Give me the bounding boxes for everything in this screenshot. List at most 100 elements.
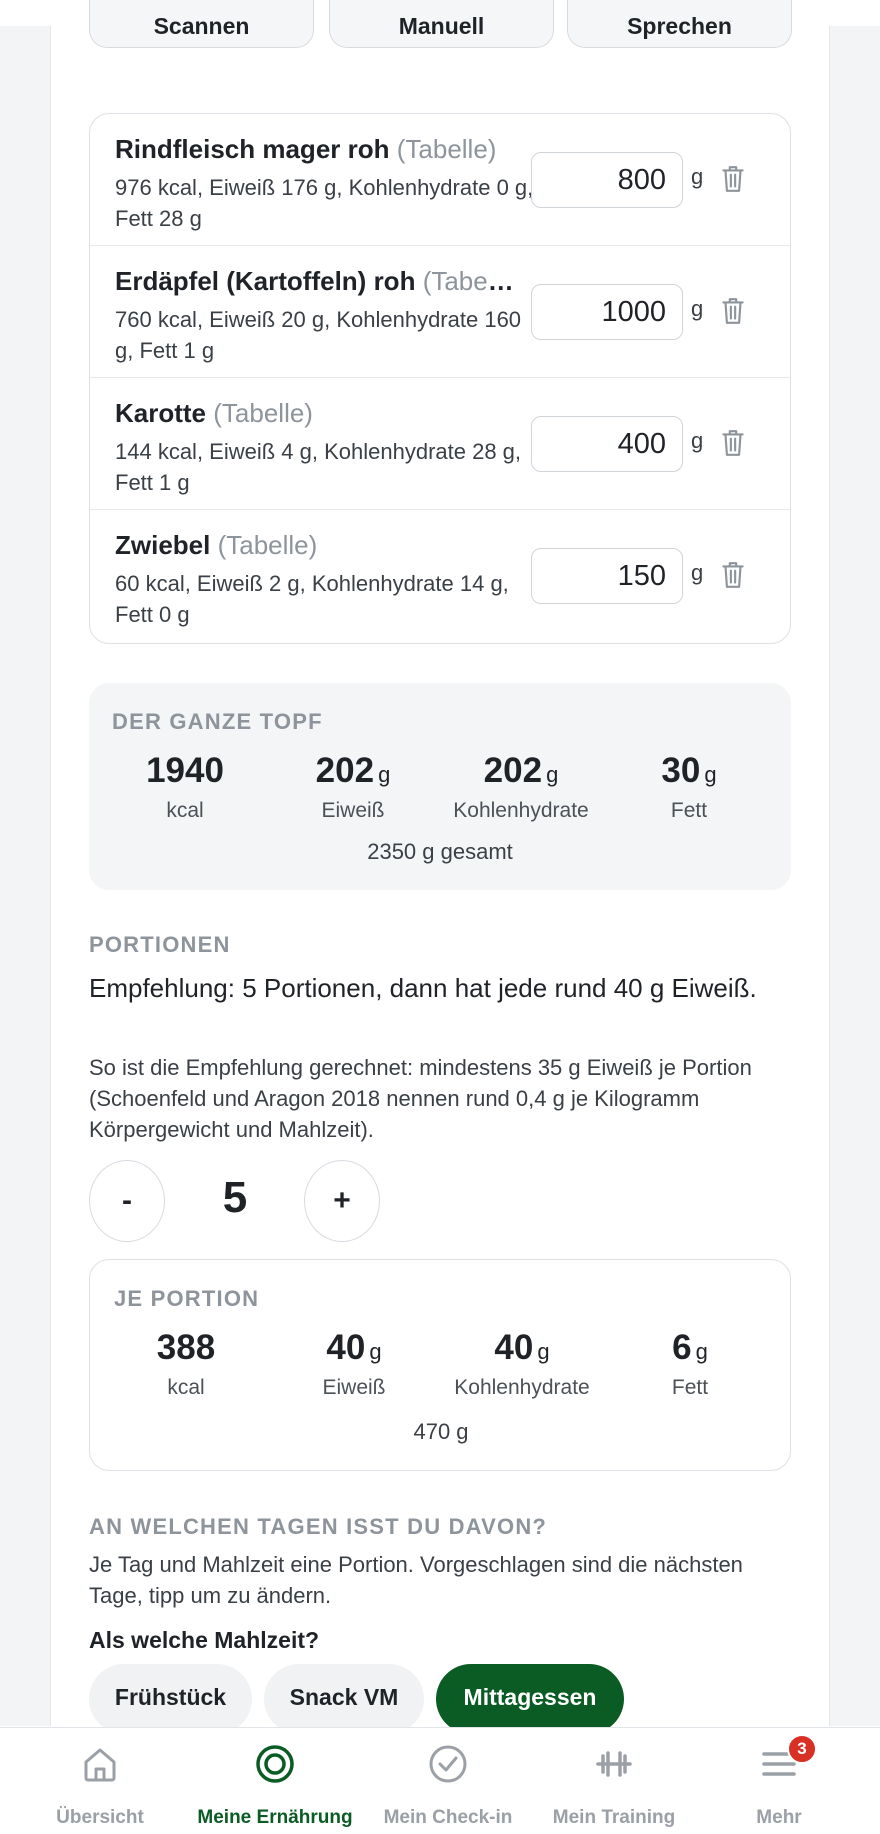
pot-carbs-label: Kohlenhydrate — [453, 799, 589, 822]
nav-training[interactable]: Mein Training — [526, 1728, 702, 1834]
bottom-navigation: Übersicht Meine Ernährung Mein Check-in … — [0, 1727, 880, 1834]
portion-weight: 470 g — [413, 1419, 469, 1444]
check-circle-icon — [429, 1745, 467, 1783]
ingredient-source: (Tabelle) — [396, 134, 497, 164]
pot-fat-label: Fett — [670, 799, 708, 822]
nav-training-label: Mein Training — [552, 1807, 676, 1828]
pot-label: DER GANZE TOPF — [112, 709, 323, 734]
notification-badge: 3 — [787, 1734, 817, 1764]
pot-protein-value: 202 — [315, 751, 375, 790]
target-icon — [256, 1745, 294, 1783]
ingredient-title: Karotte (Tabelle) — [115, 398, 515, 429]
ingredient-nutrition: 976 kcal, Eiweiß 176 g, Kohlenhydrate 0 … — [115, 175, 534, 231]
days-label: AN WELCHEN TAGEN ISST DU DAVON? — [89, 1514, 548, 1539]
scan-button-label: Scannen — [153, 13, 250, 39]
nav-more-label: Mehr — [756, 1807, 802, 1828]
scan-button[interactable]: Scannen — [89, 0, 314, 48]
ingredient-unit: g — [691, 428, 704, 453]
pot-protein: 202 g Eiweiß — [269, 751, 437, 823]
nav-checkin-label: Mein Check-in — [383, 1807, 513, 1828]
portion-fat-value: 6 — [672, 1328, 692, 1367]
pot-carbs-unit: g — [546, 762, 559, 787]
portion-fat-unit: g — [695, 1339, 708, 1364]
pot-carbs: 202 g Kohlenhydrate — [437, 751, 605, 823]
ingredient-amount-input[interactable] — [531, 152, 683, 208]
portion-carbs-value: 40 — [494, 1328, 534, 1367]
portion-carbs-unit: g — [537, 1339, 550, 1364]
ingredient-unit: g — [691, 560, 704, 585]
ingredient-unit: g — [691, 296, 704, 321]
nav-overview[interactable]: Übersicht — [12, 1728, 188, 1834]
per-portion-label: JE PORTION — [114, 1286, 260, 1311]
portion-count: 5 — [222, 1173, 248, 1222]
per-portion-totals: JE PORTION 388 kcal 40 g Eiweiß 40 g Kohle… — [89, 1259, 791, 1471]
ingredient-name: Karotte — [115, 398, 207, 428]
portions-label: PORTIONEN — [89, 932, 231, 957]
portion-protein-label: Eiweiß — [322, 1376, 386, 1399]
ingredient-name: Rindfleisch mager roh — [115, 134, 390, 164]
ingredient-source: (Tabelle) — [217, 530, 318, 560]
ingredient-source: (Tabelle) — [213, 398, 313, 428]
portion-protein-value: 40 — [326, 1328, 366, 1367]
ingredient-amount-input[interactable] — [531, 416, 683, 472]
portion-fat-label: Fett — [671, 1376, 709, 1399]
portion-kcal-label: kcal — [167, 1376, 205, 1399]
ingredient-title: Zwiebel (Tabelle) — [115, 530, 515, 561]
nav-overview-label: Übersicht — [56, 1807, 144, 1828]
ingredient-name: Erdäpfel (Kartoffeln) roh — [115, 266, 416, 296]
ingredient-list: Rindfleisch mager roh (Tabelle) 976 kcal… — [89, 113, 791, 644]
portion-carbs: 40 g Kohlenhydrate — [438, 1328, 606, 1400]
pot-fat-unit: g — [704, 762, 717, 787]
trash-icon[interactable] — [720, 428, 746, 458]
trash-icon[interactable] — [720, 560, 746, 590]
ingredient-title: Erdäpfel (Kartoffeln) roh (Tabelle) — [115, 266, 515, 297]
ingredient-unit: g — [691, 164, 704, 189]
pot-carbs-value: 202 — [483, 751, 543, 790]
dumbbell-icon — [596, 1751, 632, 1777]
portion-increment-button[interactable]: + — [304, 1160, 380, 1242]
speak-button-label: Sprechen — [627, 13, 732, 39]
pot-protein-label: Eiweiß — [321, 799, 385, 822]
portions-explanation: So ist die Empfehlung gerechnet: mindest… — [89, 1055, 752, 1142]
ingredient-row: Erdäpfel (Kartoffeln) roh (Tabelle) 760 … — [90, 246, 790, 378]
pot-kcal-label: kcal — [166, 799, 204, 822]
meal-question: Als welche Mahlzeit? — [89, 1627, 320, 1653]
pot-total-weight: 2350 g gesamt — [367, 839, 513, 864]
nav-more[interactable]: 3 Mehr — [691, 1728, 867, 1834]
ingredient-name: Zwiebel — [115, 530, 211, 560]
portions-recommendation: Empfehlung: 5 Portionen, dann hat jede r… — [89, 973, 757, 1003]
pot-kcal-value: 1940 — [146, 751, 224, 790]
meal-chip-lunch[interactable]: Mittagessen — [436, 1664, 624, 1734]
portion-fat: 6g Fett — [606, 1328, 774, 1400]
ingredient-source: (Tabelle) — [422, 266, 515, 296]
pot-protein-unit: g — [378, 762, 391, 787]
portion-protein: 40 g Eiweiß — [270, 1328, 438, 1400]
nav-nutrition[interactable]: Meine Ernährung — [187, 1728, 363, 1834]
ingredient-nutrition: 60 kcal, Eiweiß 2 g, Kohlenhydrate 14 g,… — [115, 571, 509, 627]
ingredient-row: Karotte (Tabelle) 144 kcal, Eiweiß 4 g, … — [90, 378, 790, 510]
pot-totals: DER GANZE TOPF 1940 kcal 202 g Eiweiß 202… — [89, 683, 791, 890]
ingredient-nutrition: 144 kcal, Eiweiß 4 g, Kohlenhydrate 28 g… — [115, 439, 522, 495]
speak-button[interactable]: Sprechen — [567, 0, 792, 48]
ingredient-amount-input[interactable] — [531, 548, 683, 604]
pot-fat: 30 g Fett — [605, 751, 773, 823]
meal-chip-breakfast[interactable]: Frühstück — [89, 1664, 252, 1734]
ingredient-amount-input[interactable] — [531, 284, 683, 340]
nav-checkin[interactable]: Mein Check-in — [360, 1728, 536, 1834]
pot-fat-value: 30 — [661, 751, 701, 790]
ingredient-row: Rindfleisch mager roh (Tabelle) 976 kcal… — [90, 114, 790, 246]
nav-nutrition-label: Meine Ernährung — [197, 1807, 353, 1828]
portion-decrement-button[interactable]: - — [89, 1160, 165, 1242]
trash-icon[interactable] — [720, 296, 746, 326]
manual-button-label: Manuell — [398, 13, 485, 39]
ingredient-row: Zwiebel (Tabelle) 60 kcal, Eiweiß 2 g, K… — [90, 510, 790, 642]
pot-kcal: 1940 kcal — [101, 751, 269, 823]
portion-kcal: 388 kcal — [102, 1328, 270, 1400]
manual-button[interactable]: Manuell — [329, 0, 554, 48]
meal-chip-snack[interactable]: Snack VM — [264, 1664, 424, 1734]
days-instructions: Je Tag und Mahlzeit eine Portion. Vorges… — [89, 1552, 743, 1608]
portion-protein-unit: g — [369, 1339, 382, 1364]
home-icon — [84, 1748, 116, 1782]
portion-carbs-label: Kohlenhydrate — [454, 1376, 590, 1399]
trash-icon[interactable] — [720, 164, 746, 194]
